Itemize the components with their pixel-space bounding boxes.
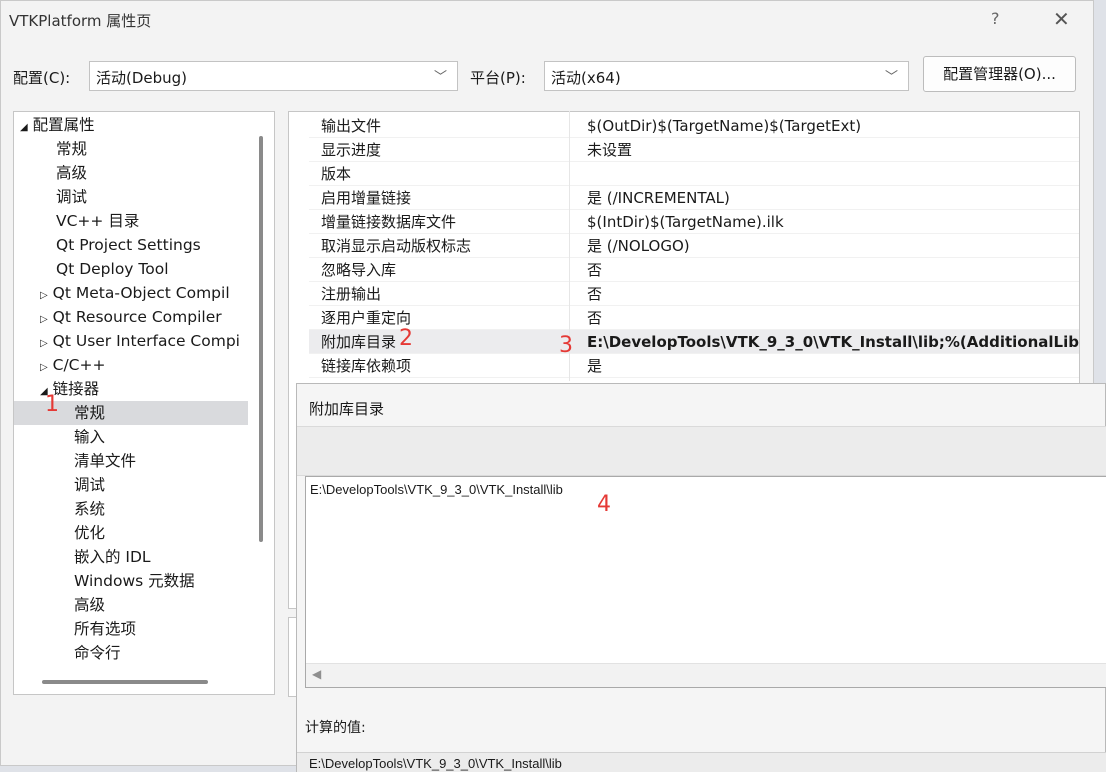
evaluated-value-label: 计算的值:	[305, 720, 366, 736]
config-value: 活动(Debug)	[96, 69, 188, 87]
table-row[interactable]: 注册输出否	[309, 282, 1079, 306]
platform-label: 平台(P):	[470, 69, 526, 87]
tree-item[interactable]: 优化	[74, 521, 105, 545]
tree-item[interactable]: 嵌入的 IDL	[74, 545, 151, 569]
tree-item[interactable]: 调试	[56, 185, 87, 209]
evaluated-value-text: E:\DevelopTools\VTK_9_3_0\VTK_Install\li…	[309, 756, 562, 771]
editor-horizontal-scrollbar[interactable]: ◀	[306, 663, 1106, 687]
tree-item[interactable]: 所有选项	[74, 617, 136, 641]
annotation-3: 3	[559, 333, 573, 358]
chevron-down-icon: ﹀	[884, 70, 898, 85]
expand-icon[interactable]: ▷	[40, 290, 48, 301]
additional-library-directories-dialog: 附加库目录 E:\DevelopTools\VTK_9_3_0\VTK_Inst…	[296, 383, 1106, 772]
tree-vertical-scrollbar[interactable]	[259, 136, 263, 542]
window-title: VTKPlatform 属性页	[9, 12, 152, 30]
expand-icon[interactable]: ▷	[40, 338, 48, 349]
tree-item[interactable]: VC++ 目录	[56, 209, 139, 233]
toolbar-band	[297, 426, 1106, 476]
tree-item[interactable]: 高级	[56, 161, 87, 185]
tree-item[interactable]: 清单文件	[74, 449, 136, 473]
table-row-selected[interactable]: 附加库目录 E:\DevelopTools\VTK_9_3_0\VTK_Insta…	[309, 330, 1079, 354]
expand-icon[interactable]: ▷	[40, 314, 48, 325]
tree-item[interactable]: 调试	[74, 473, 105, 497]
table-row[interactable]: 链接库依赖项是	[309, 354, 1079, 378]
tree-item[interactable]: 系统	[74, 497, 105, 521]
table-row[interactable]: 逐用户重定向否	[309, 306, 1079, 330]
config-manager-button[interactable]: 配置管理器(O)...	[923, 56, 1076, 92]
subdialog-title: 附加库目录	[309, 400, 385, 418]
platform-dropdown[interactable]: 活动(x64) ﹀	[544, 61, 909, 91]
evaluated-value-field: E:\DevelopTools\VTK_9_3_0\VTK_Install\li…	[297, 752, 1106, 772]
library-directories-editor[interactable]: E:\DevelopTools\VTK_9_3_0\VTK_Install\li…	[305, 476, 1106, 688]
tree-item[interactable]: 命令行	[74, 641, 121, 665]
annotation-1: 1	[45, 392, 59, 417]
tree-item[interactable]: 高级	[74, 593, 105, 617]
tree-item[interactable]: 常规	[56, 137, 87, 161]
table-row[interactable]: 输出文件 $(OutDir)$(TargetName)$(TargetExt)	[309, 114, 1079, 138]
tree-item[interactable]: Windows 元数据	[74, 569, 195, 593]
collapse-icon[interactable]: ◢	[20, 122, 28, 133]
platform-value: 活动(x64)	[551, 69, 621, 87]
table-row[interactable]: 取消显示启动版权标志是 (/NOLOGO)	[309, 234, 1079, 258]
tree-item[interactable]: Qt Project Settings	[56, 233, 201, 257]
expand-icon[interactable]: ▷	[40, 362, 48, 373]
help-icon[interactable]: ?	[991, 9, 1000, 28]
table-row[interactable]: 忽略导入库否	[309, 258, 1079, 282]
close-icon[interactable]: ✕	[1053, 7, 1070, 31]
annotation-2: 2	[399, 326, 413, 351]
tree-horizontal-scrollbar[interactable]	[42, 680, 208, 684]
scroll-left-icon[interactable]: ◀	[312, 667, 321, 681]
tree-item[interactable]: ▷ C/C++	[40, 353, 105, 377]
chevron-down-icon: ﹀	[433, 70, 447, 85]
tree-item[interactable]: 输入	[74, 425, 105, 449]
config-dropdown[interactable]: 活动(Debug) ﹀	[89, 61, 458, 91]
annotation-4: 4	[597, 492, 611, 517]
table-row[interactable]: 显示进度 未设置	[309, 138, 1079, 162]
tree-item[interactable]: Qt Deploy Tool	[56, 257, 169, 281]
tree-item[interactable]: ▷ Qt Resource Compiler	[40, 305, 222, 329]
editor-line[interactable]: E:\DevelopTools\VTK_9_3_0\VTK_Install\li…	[310, 482, 563, 497]
tree-item[interactable]: ◢ 配置属性	[20, 113, 95, 137]
table-row[interactable]: 增量链接数据库文件 $(IntDir)$(TargetName).ilk	[309, 210, 1079, 234]
table-row[interactable]: 启用增量链接是 (/INCREMENTAL)	[309, 186, 1079, 210]
table-row[interactable]: 版本	[309, 162, 1079, 186]
tree-item[interactable]: ▷ Qt Meta-Object Compil	[40, 281, 230, 305]
config-label: 配置(C):	[13, 69, 71, 87]
tree-item[interactable]: ▷ Qt User Interface Compi	[40, 329, 240, 353]
